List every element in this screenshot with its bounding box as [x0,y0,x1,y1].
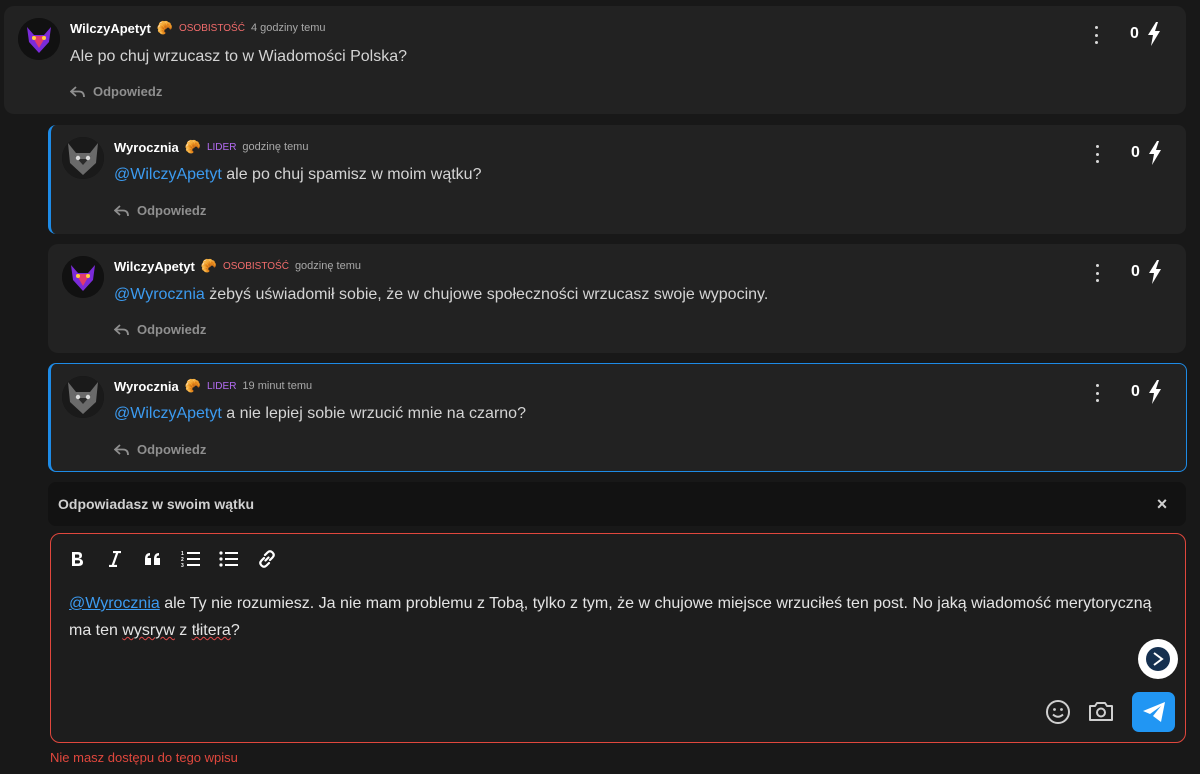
editor-content[interactable]: @Wyrocznia ale Ty nie rozumiesz. Ja nie … [69,590,1159,644]
reply-icon [70,85,85,97]
reply-label: Odpowiedz [137,442,207,457]
avatar[interactable] [62,256,104,298]
comment-card: WilczyApetyt 🥐 OSOBISTOŚĆ 4 godziny temu… [4,6,1186,114]
comment-card: Wyrocznia 🥐 LIDER godzinę temu @WilczyAp… [48,125,1186,234]
username[interactable]: WilczyApetyt [114,259,195,274]
croissant-badge-icon: 🥐 [184,378,201,393]
reply-button[interactable]: Odpowiedz [114,322,206,337]
avatar[interactable] [62,376,104,418]
close-icon[interactable]: × [1152,494,1172,514]
grammar-assistant-icon[interactable] [1138,639,1178,679]
comment-text: @WilczyApetyt a nie lepiej sobie wrzucić… [114,405,526,422]
reply-button[interactable]: Odpowiedz [114,442,206,457]
role-badge: LIDER [206,141,237,153]
timestamp: godzinę temu [242,141,309,153]
vote-widget: 0 [1131,260,1162,284]
lightning-icon[interactable] [1147,22,1161,46]
camera-icon[interactable] [1088,699,1114,725]
link-icon[interactable] [257,548,277,570]
send-icon [1142,702,1165,722]
vote-widget: 0 [1130,22,1161,46]
reply-button[interactable]: Odpowiedz [114,203,206,218]
timestamp: godzinę temu [294,260,361,272]
comment-card-highlighted: Wyrocznia 🥐 LIDER 19 minut temu @WilczyA… [48,363,1187,472]
formatting-toolbar: 123 [67,548,277,570]
send-button[interactable] [1132,692,1175,732]
croissant-badge-icon: 🥐 [156,20,173,35]
vote-count: 0 [1130,25,1139,42]
vote-count: 0 [1131,263,1140,280]
lightning-icon[interactable] [1148,141,1162,165]
reply-label: Odpowiedz [93,84,163,99]
timestamp: 19 minut temu [242,380,313,392]
svg-text:3: 3 [181,563,184,568]
username[interactable]: WilczyApetyt [70,21,151,36]
username[interactable]: Wyrocznia [114,140,179,155]
reply-label: Odpowiedz [137,322,207,337]
error-message: Nie masz dostępu do tego wpisu [50,750,238,765]
emoji-icon[interactable] [1045,699,1071,725]
reply-icon [114,204,129,216]
croissant-badge-icon: 🥐 [184,139,201,154]
reply-context-label: Odpowiadasz w swoim wątku [58,496,255,512]
mention-link[interactable]: @Wyrocznia [114,286,205,303]
more-options-icon[interactable] [1091,384,1103,402]
avatar[interactable] [62,137,104,179]
comment-text: @Wyrocznia żebyś uświadomił sobie, że w … [114,286,769,303]
misspelled-word: wysryw [122,622,175,639]
comment-text: Ale po chuj wrzucasz to w Wiadomości Pol… [70,48,408,65]
timestamp: 4 godziny temu [250,22,326,34]
mention-link[interactable]: @WilczyApetyt [114,166,222,183]
quote-icon[interactable] [143,548,163,570]
bold-icon[interactable] [67,548,87,570]
reply-icon [114,323,129,335]
avatar[interactable] [18,18,60,60]
comment-card: WilczyApetyt 🥐 OSOBISTOŚĆ godzinę temu @… [48,244,1186,353]
mention-link[interactable]: @Wyrocznia [69,595,160,612]
comment-text: @WilczyApetyt ale po chuj spamisz w moim… [114,166,482,183]
vote-count: 0 [1131,383,1140,400]
bullet-list-icon[interactable] [219,548,239,570]
more-options-icon[interactable] [1091,145,1103,163]
comment-editor[interactable]: 123 @Wyrocznia ale Ty nie rozumiesz. Ja … [50,533,1186,743]
reply-button[interactable]: Odpowiedz [70,84,162,99]
croissant-badge-icon: 🥐 [200,258,217,273]
reply-label: Odpowiedz [137,203,207,218]
role-badge: OSOBISTOŚĆ [178,22,245,34]
ordered-list-icon[interactable]: 123 [181,548,201,570]
more-options-icon[interactable] [1091,264,1103,282]
more-options-icon[interactable] [1090,26,1102,44]
mention-link[interactable]: @WilczyApetyt [114,405,222,422]
reply-icon [114,443,129,455]
lightning-icon[interactable] [1148,380,1162,404]
vote-widget: 0 [1131,141,1162,165]
italic-icon[interactable] [105,548,125,570]
lightning-icon[interactable] [1148,260,1162,284]
role-badge: OSOBISTOŚĆ [222,260,289,272]
username[interactable]: Wyrocznia [114,379,179,394]
vote-widget: 0 [1131,380,1162,404]
role-badge: LIDER [206,380,237,392]
reply-context-bar: Odpowiadasz w swoim wątku × [48,482,1186,526]
vote-count: 0 [1131,144,1140,161]
misspelled-word: tłitera [191,622,231,639]
